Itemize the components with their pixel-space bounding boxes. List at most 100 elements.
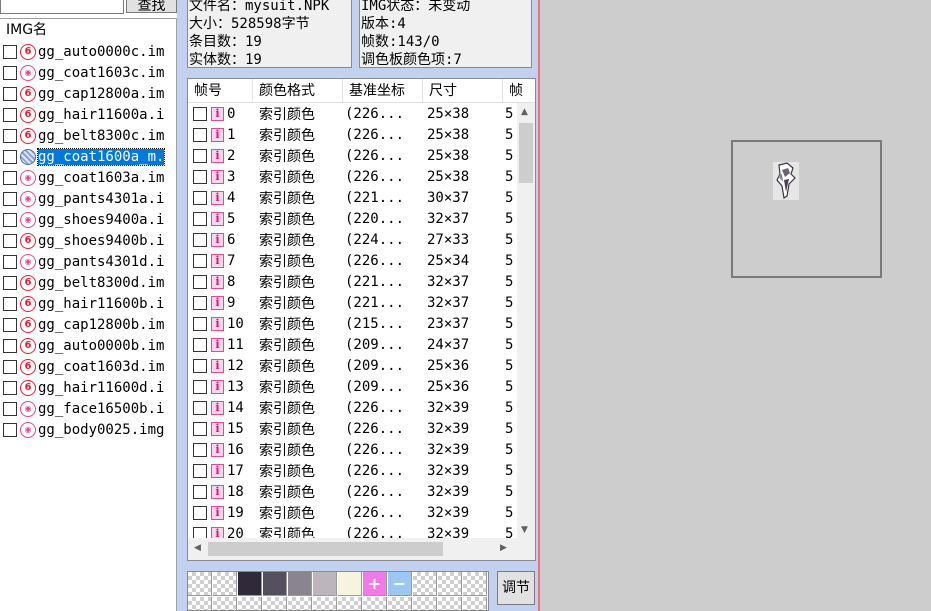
horizontal-scrollbar[interactable]: ◀ ▶	[188, 538, 535, 560]
palette-swatch[interactable]	[488, 597, 489, 611]
adjust-button[interactable]: 调节	[497, 571, 535, 605]
frame-row[interactable]: i 7 索引颜色 (226... 25×34 5	[188, 250, 518, 271]
column-header[interactable]: 颜色格式	[253, 79, 343, 103]
preview-canvas[interactable]	[731, 140, 882, 278]
img-list-item[interactable]: gg_coat1600a_m.	[0, 146, 176, 167]
frame-checkbox[interactable]	[193, 148, 207, 163]
palette-swatch[interactable]	[213, 572, 237, 596]
item-checkbox[interactable]	[3, 212, 17, 227]
palette-swatch[interactable]	[313, 572, 337, 596]
frame-row[interactable]: i 6 索引颜色 (224... 27×33 5	[188, 229, 518, 250]
item-checkbox[interactable]	[3, 233, 17, 248]
img-list-item[interactable]: 6 gg_auto0000c.im	[0, 41, 176, 62]
palette-grid[interactable]: + −	[187, 571, 489, 611]
scroll-down-icon[interactable]: ▼	[521, 525, 528, 535]
palette-swatch[interactable]	[438, 597, 462, 610]
palette-swatch[interactable]	[438, 572, 462, 596]
img-list-header[interactable]: IMG名	[0, 19, 176, 41]
frame-row[interactable]: i 9 索引颜色 (221... 32×37 5	[188, 292, 518, 313]
frame-checkbox[interactable]	[193, 190, 207, 205]
palette-swatch[interactable]	[213, 597, 237, 610]
img-list-item[interactable]: 6 gg_shoes9400b.i	[0, 230, 176, 251]
palette-swatch[interactable]	[263, 572, 287, 596]
frame-row[interactable]: i 20 索引颜色 (226... 32×39 5	[188, 523, 518, 539]
palette-swatch[interactable]	[238, 572, 262, 596]
frame-checkbox[interactable]	[193, 442, 207, 457]
frame-table[interactable]: 帧号 颜色格式 基准坐标 尺寸帧 i 0 索引颜色 (226... 25×38 5 i 1 索引颜色(…	[187, 78, 536, 561]
add-color-icon[interactable]: +	[363, 572, 387, 596]
img-list-item[interactable]: ◉ gg_body0025.img	[0, 419, 176, 440]
frame-checkbox[interactable]	[193, 379, 207, 394]
item-checkbox[interactable]	[3, 380, 17, 395]
vertical-scroll-thumb[interactable]	[519, 123, 533, 183]
img-list-item[interactable]: 6 gg_coat1603d.im	[0, 356, 176, 377]
item-checkbox[interactable]	[3, 275, 17, 290]
frame-row[interactable]: i 10 索引颜色 (215... 23×37 5	[188, 313, 518, 334]
frame-row[interactable]: i 16 索引颜色 (226... 32×39 5	[188, 439, 518, 460]
item-checkbox[interactable]	[3, 128, 17, 143]
palette-swatch[interactable]	[288, 572, 312, 596]
palette-swatch[interactable]	[413, 572, 437, 596]
palette-swatch[interactable]	[488, 572, 489, 596]
frame-row[interactable]: i 3 索引颜色 (226... 25×38 5	[188, 166, 518, 187]
palette-swatch[interactable]	[263, 597, 287, 610]
column-header[interactable]: 尺寸	[423, 79, 503, 103]
frame-row[interactable]: i 8 索引颜色 (221... 32×37 5	[188, 271, 518, 292]
img-list-item[interactable]: 6 gg_hair11600a.i	[0, 104, 176, 125]
frame-checkbox[interactable]	[193, 463, 207, 478]
scroll-left-icon[interactable]: ◀	[194, 543, 201, 553]
item-checkbox[interactable]	[3, 107, 17, 122]
img-list[interactable]: IMG名 6 gg_auto0000c.im ◉ gg_coat1603c.im 6 gg…	[0, 18, 177, 611]
frame-checkbox[interactable]	[193, 127, 207, 142]
item-checkbox[interactable]	[3, 338, 17, 353]
column-header[interactable]: 帧	[503, 79, 535, 103]
frame-row[interactable]: i 4 索引颜色 (221... 30×37 5	[188, 187, 518, 208]
frame-row[interactable]: i 1 索引颜色 (226... 25×38 5	[188, 124, 518, 145]
frame-row[interactable]: i 13 索引颜色 (209... 25×36 5	[188, 376, 518, 397]
frame-row[interactable]: i 17 索引颜色 (226... 32×39 5	[188, 460, 518, 481]
scroll-right-icon[interactable]: ▶	[500, 543, 507, 553]
item-checkbox[interactable]	[3, 359, 17, 374]
img-list-item[interactable]: ◉ gg_pants4301a.i	[0, 188, 176, 209]
palette-swatch[interactable]	[288, 597, 312, 610]
column-header[interactable]: 基准坐标	[343, 79, 423, 103]
img-list-item[interactable]: ◉ gg_shoes9400a.i	[0, 209, 176, 230]
img-list-item[interactable]: 6 gg_belt8300d.im	[0, 272, 176, 293]
item-checkbox[interactable]	[3, 65, 17, 80]
palette-swatch[interactable]	[413, 597, 437, 610]
palette-swatch[interactable]	[463, 572, 487, 596]
search-input[interactable]	[0, 0, 124, 14]
item-checkbox[interactable]	[3, 191, 17, 206]
frame-checkbox[interactable]	[193, 337, 207, 352]
img-list-item[interactable]: 6 gg_auto0000b.im	[0, 335, 176, 356]
vertical-scrollbar[interactable]: ▲ ▼	[517, 103, 535, 539]
frame-row[interactable]: i 2 索引颜色 (226... 25×38 5	[188, 145, 518, 166]
item-checkbox[interactable]	[3, 401, 17, 416]
frame-checkbox[interactable]	[193, 400, 207, 415]
item-checkbox[interactable]	[3, 422, 17, 437]
img-list-item[interactable]: ◉ gg_coat1603a.im	[0, 167, 176, 188]
frame-checkbox[interactable]	[193, 169, 207, 184]
palette-swatch[interactable]	[363, 597, 387, 610]
palette-swatch[interactable]	[338, 597, 362, 610]
item-checkbox[interactable]	[3, 149, 17, 164]
column-header[interactable]: 帧号	[188, 79, 253, 103]
frame-checkbox[interactable]	[193, 505, 207, 520]
item-checkbox[interactable]	[3, 317, 17, 332]
frame-checkbox[interactable]	[193, 211, 207, 226]
img-list-item[interactable]: ◉ gg_face16500b.i	[0, 398, 176, 419]
item-checkbox[interactable]	[3, 254, 17, 269]
frame-checkbox[interactable]	[193, 295, 207, 310]
img-list-item[interactable]: 6 gg_belt8300c.im	[0, 125, 176, 146]
horizontal-scroll-thumb[interactable]	[208, 542, 443, 556]
palette-swatch[interactable]	[388, 597, 412, 610]
frame-row[interactable]: i 19 索引颜色 (226... 32×39 5	[188, 502, 518, 523]
frame-checkbox[interactable]	[193, 316, 207, 331]
frame-row[interactable]: i 12 索引颜色 (209... 25×36 5	[188, 355, 518, 376]
frame-checkbox[interactable]	[193, 421, 207, 436]
frame-checkbox[interactable]	[193, 253, 207, 268]
item-checkbox[interactable]	[3, 44, 17, 59]
remove-color-icon[interactable]: −	[388, 572, 412, 596]
palette-swatch[interactable]	[188, 597, 212, 610]
search-button[interactable]: 查找	[126, 0, 177, 13]
